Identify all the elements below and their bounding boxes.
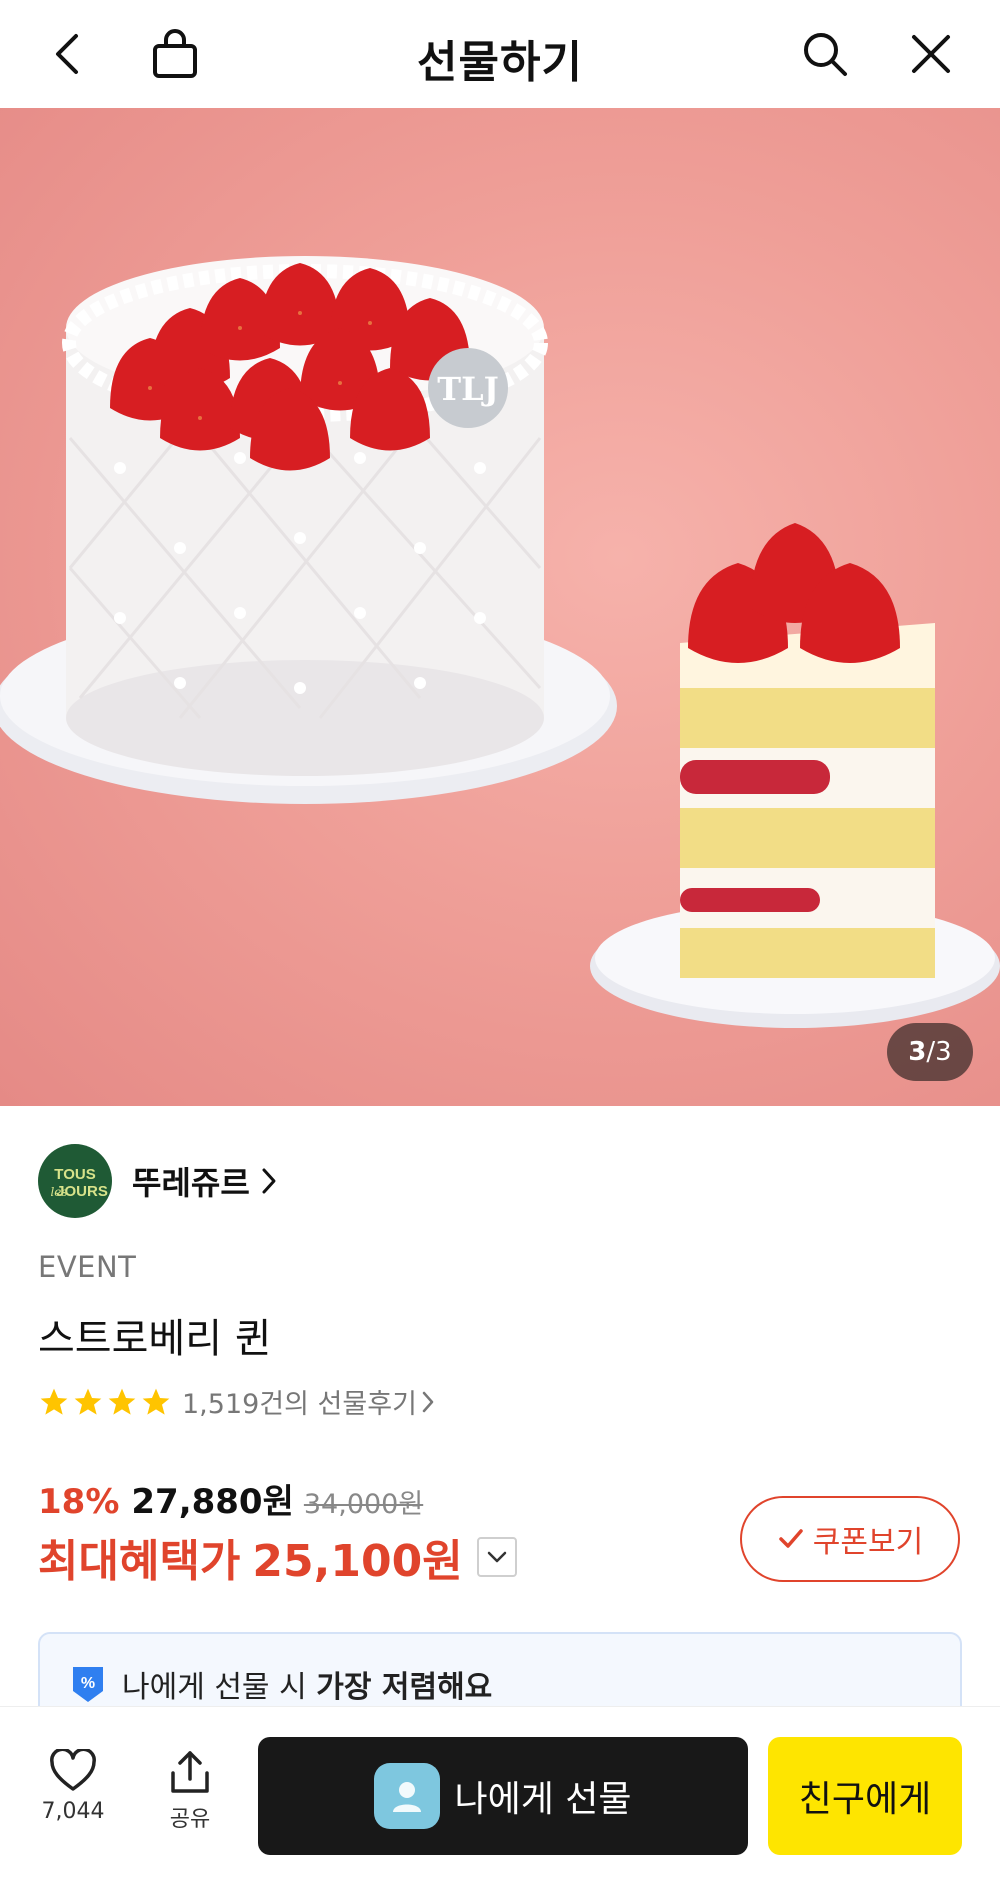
view-coupon-button[interactable]: 쿠폰보기 [740, 1496, 960, 1582]
coupon-label: 쿠폰보기 [812, 1525, 924, 1560]
chevron-down-icon [487, 1551, 506, 1563]
star-icon [40, 1388, 68, 1415]
event-label: EVENT [38, 1250, 137, 1284]
rating-stars [38, 1386, 172, 1418]
search-button[interactable] [793, 22, 857, 86]
close-icon [912, 35, 950, 73]
share-label: 공유 [169, 1807, 211, 1832]
gift-to-friend-label: 친구에게 [798, 1779, 932, 1820]
tous-les-jours-logo-icon: TOUS les JOURS [50, 1166, 108, 1200]
gift-to-me-label: 나에게 선물 [454, 1779, 632, 1820]
search-icon [804, 33, 847, 76]
gift-to-friend-button[interactable]: 친구에게 [768, 1737, 962, 1855]
notice-prefix: 나에게 선물 시 [122, 1670, 317, 1705]
review-link[interactable]: 1,519건의 선물후기 [38, 1382, 435, 1421]
notice-bold: 가장 저렴해요 [316, 1670, 493, 1705]
product-name: 스트로베리 퀸 [38, 1316, 272, 1362]
brand-logo-bottom: JOURS [56, 1183, 108, 1200]
like-button[interactable]: 7,044 [28, 1749, 118, 1824]
strawberry-cake-image: TLJ [0, 256, 1000, 1028]
benefit-price: 25,100원 [252, 1536, 463, 1587]
share-icon [171, 1751, 209, 1793]
star-icon [108, 1388, 136, 1415]
discount-badge-icon: % [73, 1667, 103, 1702]
person-icon [393, 1782, 422, 1812]
benefit-price-row: 최대혜택가 25,100원 [38, 1525, 517, 1589]
discount-rate: 18% [38, 1482, 120, 1522]
share-button[interactable]: 공유 [145, 1749, 235, 1833]
tlj-logo: TLJ [437, 370, 498, 408]
image-counter-total: 3 [935, 1037, 952, 1067]
original-price: 34,000원 [303, 1489, 424, 1520]
price-row: 18% 27,880원 34,000원 [38, 1474, 423, 1523]
benefit-label: 최대혜택가 [38, 1536, 241, 1587]
review-count: 1,519건의 선물후기 [182, 1389, 417, 1420]
brand-logo: TOUS les JOURS [38, 1144, 112, 1218]
svg-text:%: % [81, 1675, 95, 1692]
like-count: 7,044 [41, 1799, 105, 1824]
brand-link[interactable]: TOUS les JOURS 뚜레쥬르 [38, 1144, 278, 1218]
brand-name: 뚜레쥬르 [132, 1164, 250, 1202]
image-counter: 3/3 [887, 1023, 973, 1081]
brand-logo-top: TOUS [54, 1166, 95, 1183]
benefit-expand-button[interactable] [476, 1537, 517, 1577]
my-profile-avatar [374, 1763, 441, 1829]
image-counter-current: 3 [908, 1037, 927, 1067]
chevron-right-icon [262, 1168, 276, 1194]
image-counter-separator: / [926, 1037, 936, 1067]
gift-to-me-button[interactable]: 나에게 선물 [258, 1737, 748, 1855]
sale-price: 27,880원 [131, 1482, 294, 1522]
bottom-action-bar: 7,044 공유 나에게 선물 친구에게 [0, 1706, 1000, 1882]
star-icon [74, 1388, 102, 1415]
product-image-carousel[interactable]: TLJ 3/3 [0, 108, 1000, 1106]
close-button[interactable] [899, 22, 963, 86]
check-icon [779, 1529, 803, 1548]
heart-icon [50, 1749, 96, 1791]
chevron-right-icon [422, 1391, 434, 1412]
top-header: 선물하기 [0, 0, 1000, 108]
star-icon [142, 1388, 170, 1415]
lowest-price-text: 나에게 선물 시 가장 저렴해요 [122, 1662, 492, 1706]
